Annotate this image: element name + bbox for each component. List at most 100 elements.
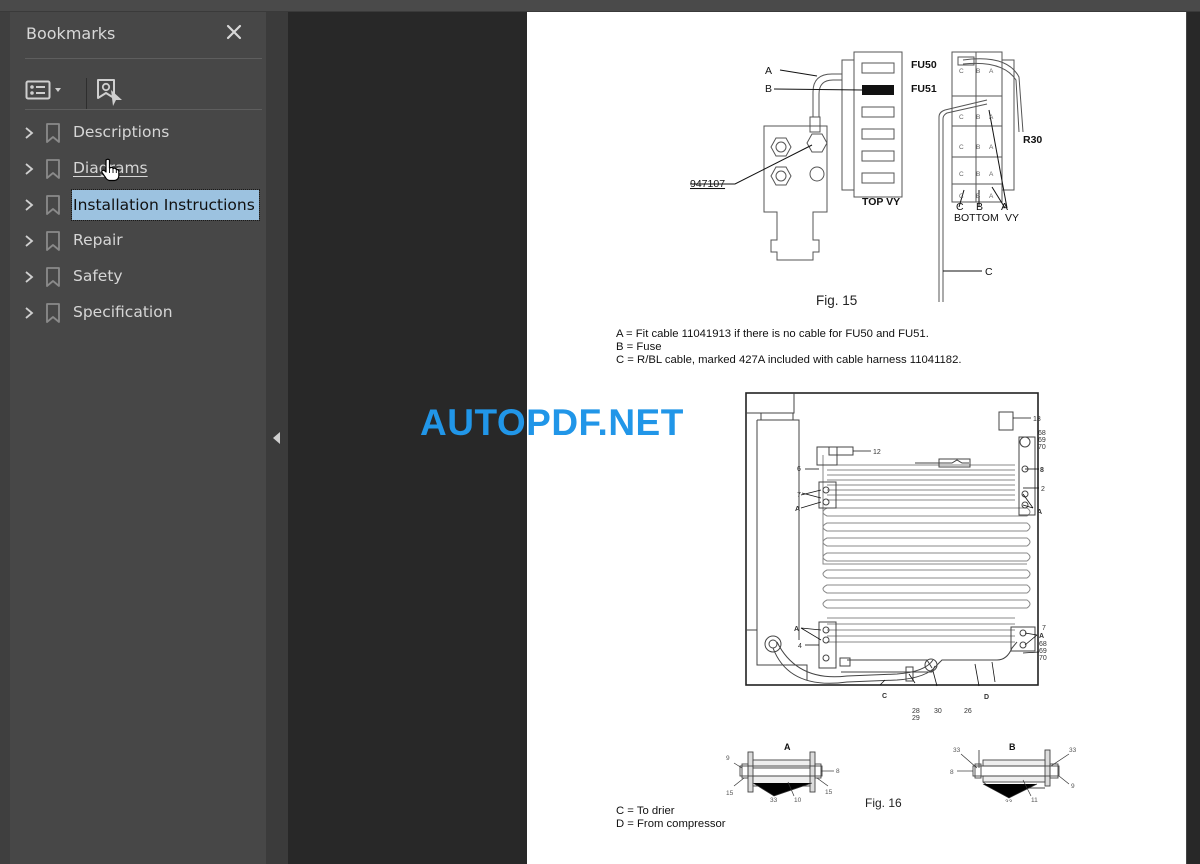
close-panel-button[interactable] <box>224 22 244 42</box>
fig15-diagram: C B A C B A C B A C B A C B A A B 947107… <box>690 51 1042 302</box>
part-label-30: 30 <box>934 708 942 715</box>
part-label: 33 <box>770 797 778 802</box>
chevron-right-icon[interactable] <box>24 270 34 284</box>
part-label-69: 69 <box>1039 648 1047 655</box>
bookmark-icon <box>46 195 60 215</box>
callout-a: A <box>1039 633 1044 640</box>
fig15-legend-c: C = R/BL cable, marked 427A included wit… <box>616 354 962 366</box>
bookmark-label[interactable]: Diagrams <box>72 159 149 177</box>
part-label-13: 13 <box>1033 416 1041 423</box>
find-current-bookmark-icon <box>97 79 122 106</box>
fig16-condenser-diagram: 13 68 69 70 12 6 8 2 7 A A A 4 7 A 68 69… <box>745 392 1047 720</box>
slot-label: B <box>976 144 980 151</box>
bookmark-item-safety[interactable]: Safety <box>10 262 266 292</box>
fig15-legend-b: B = Fuse <box>616 341 662 353</box>
part-label-29: 29 <box>912 715 920 720</box>
chevron-right-icon[interactable] <box>24 198 34 212</box>
callout-c: C <box>985 266 993 278</box>
callout-c: C <box>882 693 887 700</box>
bookmark-label[interactable]: Specification <box>72 303 174 321</box>
callout-a: A <box>1037 509 1042 516</box>
callout-a: A <box>795 506 800 513</box>
bookmark-label[interactable]: Repair <box>72 231 124 249</box>
part-label-26: 26 <box>964 708 972 715</box>
slot-label: A <box>989 68 994 75</box>
part-label: 15 <box>726 790 734 797</box>
part-label: 33 <box>953 747 961 754</box>
part-label: 11 <box>1031 797 1038 802</box>
chevron-right-icon[interactable] <box>24 234 34 248</box>
part-label-8: 8 <box>1040 467 1044 474</box>
bookmark-label-selected[interactable]: Installation Instructions <box>71 189 260 221</box>
part-label-68: 68 <box>1038 430 1046 437</box>
bookmark-item-diagrams[interactable]: Diagrams <box>10 154 266 184</box>
top-vy-label: TOP VY <box>862 196 900 208</box>
slot-label: A <box>989 193 994 200</box>
fig16-legend-d: D = From compressor <box>616 818 726 830</box>
chevron-right-icon[interactable] <box>24 126 34 140</box>
fig16-detail-a: A 9 8 15 15 33 10 <box>726 742 840 802</box>
bookmark-item-installation-instructions[interactable]: Installation Instructions <box>10 189 266 221</box>
bottom-label: BOTTOM <box>954 212 999 224</box>
part-label-28: 28 <box>912 708 920 715</box>
bookmark-icon <box>46 123 60 143</box>
slot-label: C <box>959 114 964 121</box>
callout-a: A <box>794 626 799 633</box>
slot-label: B <box>976 171 980 178</box>
left-gutter <box>0 12 10 864</box>
close-icon <box>226 24 242 40</box>
part-label-69: 69 <box>1038 437 1046 444</box>
part-number-label: 947107 <box>690 178 725 190</box>
bookmark-label[interactable]: Safety <box>72 267 124 285</box>
slot-label: B <box>976 193 980 200</box>
vertical-scrollbar[interactable] <box>1186 12 1200 864</box>
bookmark-icon <box>46 159 60 179</box>
fig15-caption: Fig. 15 <box>816 293 858 308</box>
part-label-12: 12 <box>873 449 881 456</box>
chevron-right-icon[interactable] <box>24 306 34 320</box>
collapse-panel-button[interactable] <box>266 12 288 864</box>
part-label: 8 <box>836 768 840 775</box>
panel-title: Bookmarks <box>26 24 116 43</box>
part-label-2: 2 <box>1041 486 1045 493</box>
part-label: 10 <box>794 797 802 802</box>
bookmark-icon <box>46 303 60 323</box>
window-top-bar <box>0 0 1200 12</box>
callout-d: D <box>984 694 989 701</box>
r30-label: R30 <box>1023 134 1042 146</box>
slot-label: C <box>959 144 964 151</box>
toolbar-separator <box>86 78 87 110</box>
bookmarks-panel: Bookmarks Descriptions Diagrams Installa… <box>10 12 266 864</box>
bookmark-icon <box>46 267 60 287</box>
bookmark-label[interactable]: Descriptions <box>72 123 170 141</box>
bookmark-item-descriptions[interactable]: Descriptions <box>10 118 266 148</box>
chevron-right-icon[interactable] <box>24 162 34 176</box>
part-label-4: 4 <box>798 643 802 650</box>
bookmark-item-specification[interactable]: Specification <box>10 298 266 328</box>
find-current-bookmark-button[interactable] <box>96 78 124 108</box>
bookmark-icon <box>46 231 60 251</box>
panel-divider <box>25 58 262 59</box>
part-label-7: 7 <box>797 492 801 499</box>
vy-label: VY <box>1005 212 1019 224</box>
slot-label: C <box>959 171 964 178</box>
panel-divider <box>25 109 262 110</box>
bookmark-item-repair[interactable]: Repair <box>10 226 266 256</box>
slot-label: C <box>959 68 964 75</box>
slot-label: A <box>989 171 994 178</box>
part-label-68: 68 <box>1039 641 1047 648</box>
part-label: 33 <box>1005 799 1013 802</box>
detail-b-title: B <box>1009 742 1016 752</box>
fig16-caption: Fig. 16 <box>865 796 902 810</box>
part-label-7: 7 <box>1042 625 1046 632</box>
detail-a-title: A <box>784 742 791 752</box>
slot-label: B <box>976 68 980 75</box>
part-label: 8 <box>950 769 954 776</box>
fig15-legend-a: A = Fit cable 11041913 if there is no ca… <box>616 328 929 340</box>
part-label: 9 <box>1071 783 1075 790</box>
fig16-detail-b: B 33 33 8 9 33 11 <box>950 742 1077 802</box>
fig16-legend-c: C = To drier <box>616 805 675 817</box>
part-label: 9 <box>726 755 730 762</box>
caret-down-icon <box>55 88 61 92</box>
options-menu-button[interactable] <box>25 78 67 104</box>
